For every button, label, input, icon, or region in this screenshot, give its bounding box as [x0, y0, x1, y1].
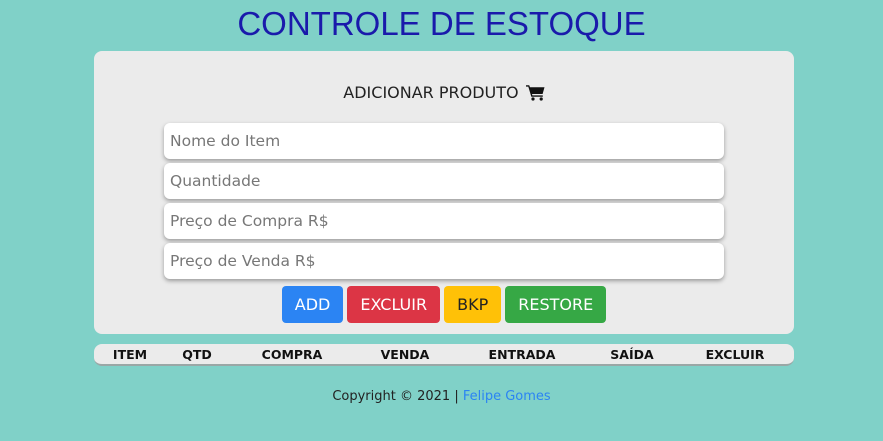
column-header-excluir: EXCLUIR	[705, 347, 765, 362]
stock-table-header: ITEM QTD COMPRA VENDA ENTRADA SAÍDA EXCL…	[94, 344, 794, 366]
copyright-text: Copyright © 2021 |	[332, 389, 459, 404]
column-header-saida: SAÍDA	[610, 347, 654, 362]
restore-button[interactable]: RESTORE	[505, 286, 607, 323]
add-button[interactable]: ADD	[281, 286, 344, 323]
item-name-input[interactable]	[164, 123, 724, 159]
column-header-item: ITEM	[112, 347, 148, 362]
column-header-venda: VENDA	[380, 347, 430, 362]
quantity-input[interactable]	[164, 163, 724, 199]
footer: Copyright © 2021 | Felipe Gomes	[0, 389, 883, 405]
column-header-compra: COMPRA	[261, 347, 323, 362]
add-product-panel: ADICIONAR PRODUTO ADD EXCLUIR BKP RESTOR…	[94, 51, 794, 334]
page-title: CONTROLE DE ESTOQUE	[237, 5, 646, 42]
bkp-button[interactable]: BKP	[444, 286, 502, 323]
column-header-qtd: QTD	[182, 347, 212, 362]
author-link[interactable]: Felipe Gomes	[463, 389, 551, 404]
excluir-button[interactable]: EXCLUIR	[347, 286, 441, 323]
column-header-entrada: ENTRADA	[488, 347, 556, 362]
add-product-heading-label: ADICIONAR PRODUTO	[343, 83, 519, 102]
sale-price-input[interactable]	[164, 243, 724, 279]
form-buttons: ADD EXCLUIR BKP RESTORE	[94, 286, 794, 323]
add-product-heading: ADICIONAR PRODUTO	[94, 83, 794, 106]
shopping-cart-icon	[525, 84, 545, 106]
purchase-price-input[interactable]	[164, 203, 724, 239]
